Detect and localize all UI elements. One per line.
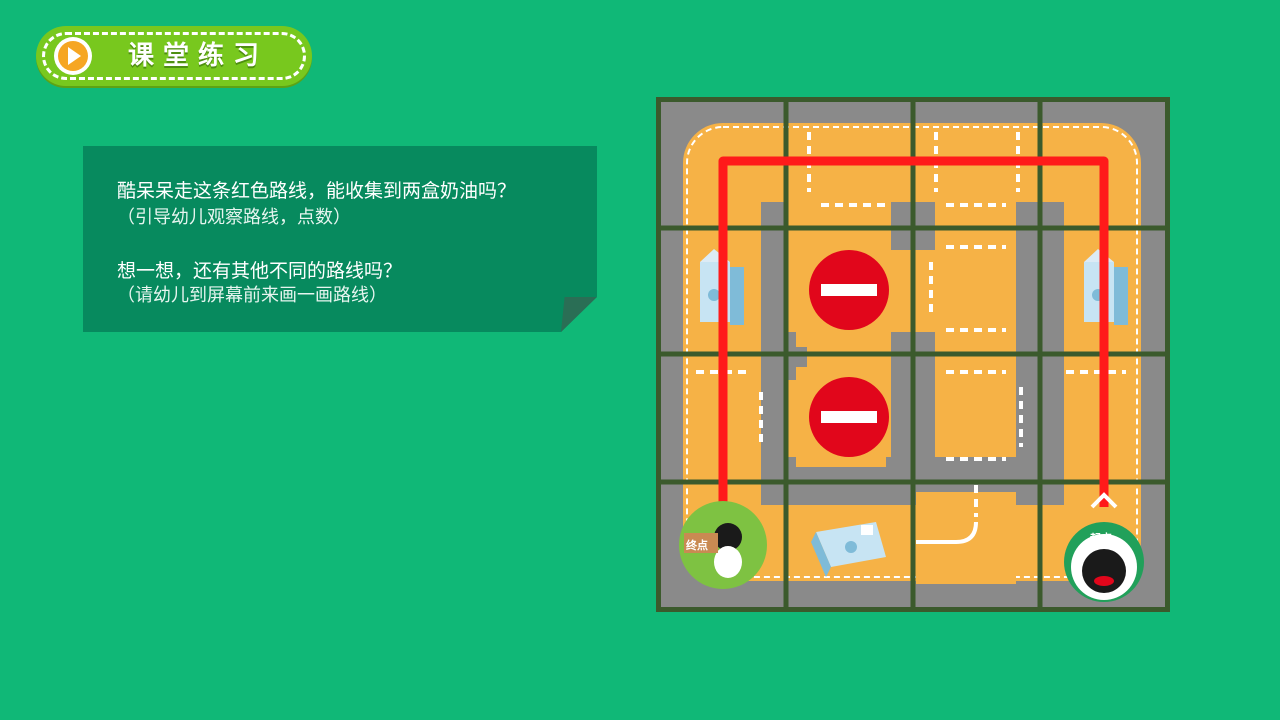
section-badge: 课堂练习 (36, 26, 312, 86)
no-entry-sign-2 (809, 377, 889, 457)
hint-2: （请幼儿到屏幕前来画一画路线） (117, 285, 387, 306)
hint-1: （引导幼儿观察路线，点数） (117, 207, 351, 228)
end-label: 终点 (686, 539, 708, 552)
play-icon[interactable] (54, 37, 92, 75)
question-2: 想一想，还有其他不同的路线吗？ (117, 260, 403, 282)
no-entry-sign-1 (809, 250, 889, 330)
question-card: 酷呆呆走这条红色路线，能收集到两盒奶油吗？ （引导幼儿观察路线，点数） 想一想，… (83, 146, 597, 332)
question-1: 酷呆呆走这条红色路线，能收集到两盒奶油吗？ (117, 180, 517, 202)
section-title: 课堂练习 (128, 41, 269, 71)
card-fold (561, 297, 597, 332)
start-label: 起点 (1090, 532, 1112, 545)
route-board[interactable]: 终点 起点 (656, 97, 1170, 612)
